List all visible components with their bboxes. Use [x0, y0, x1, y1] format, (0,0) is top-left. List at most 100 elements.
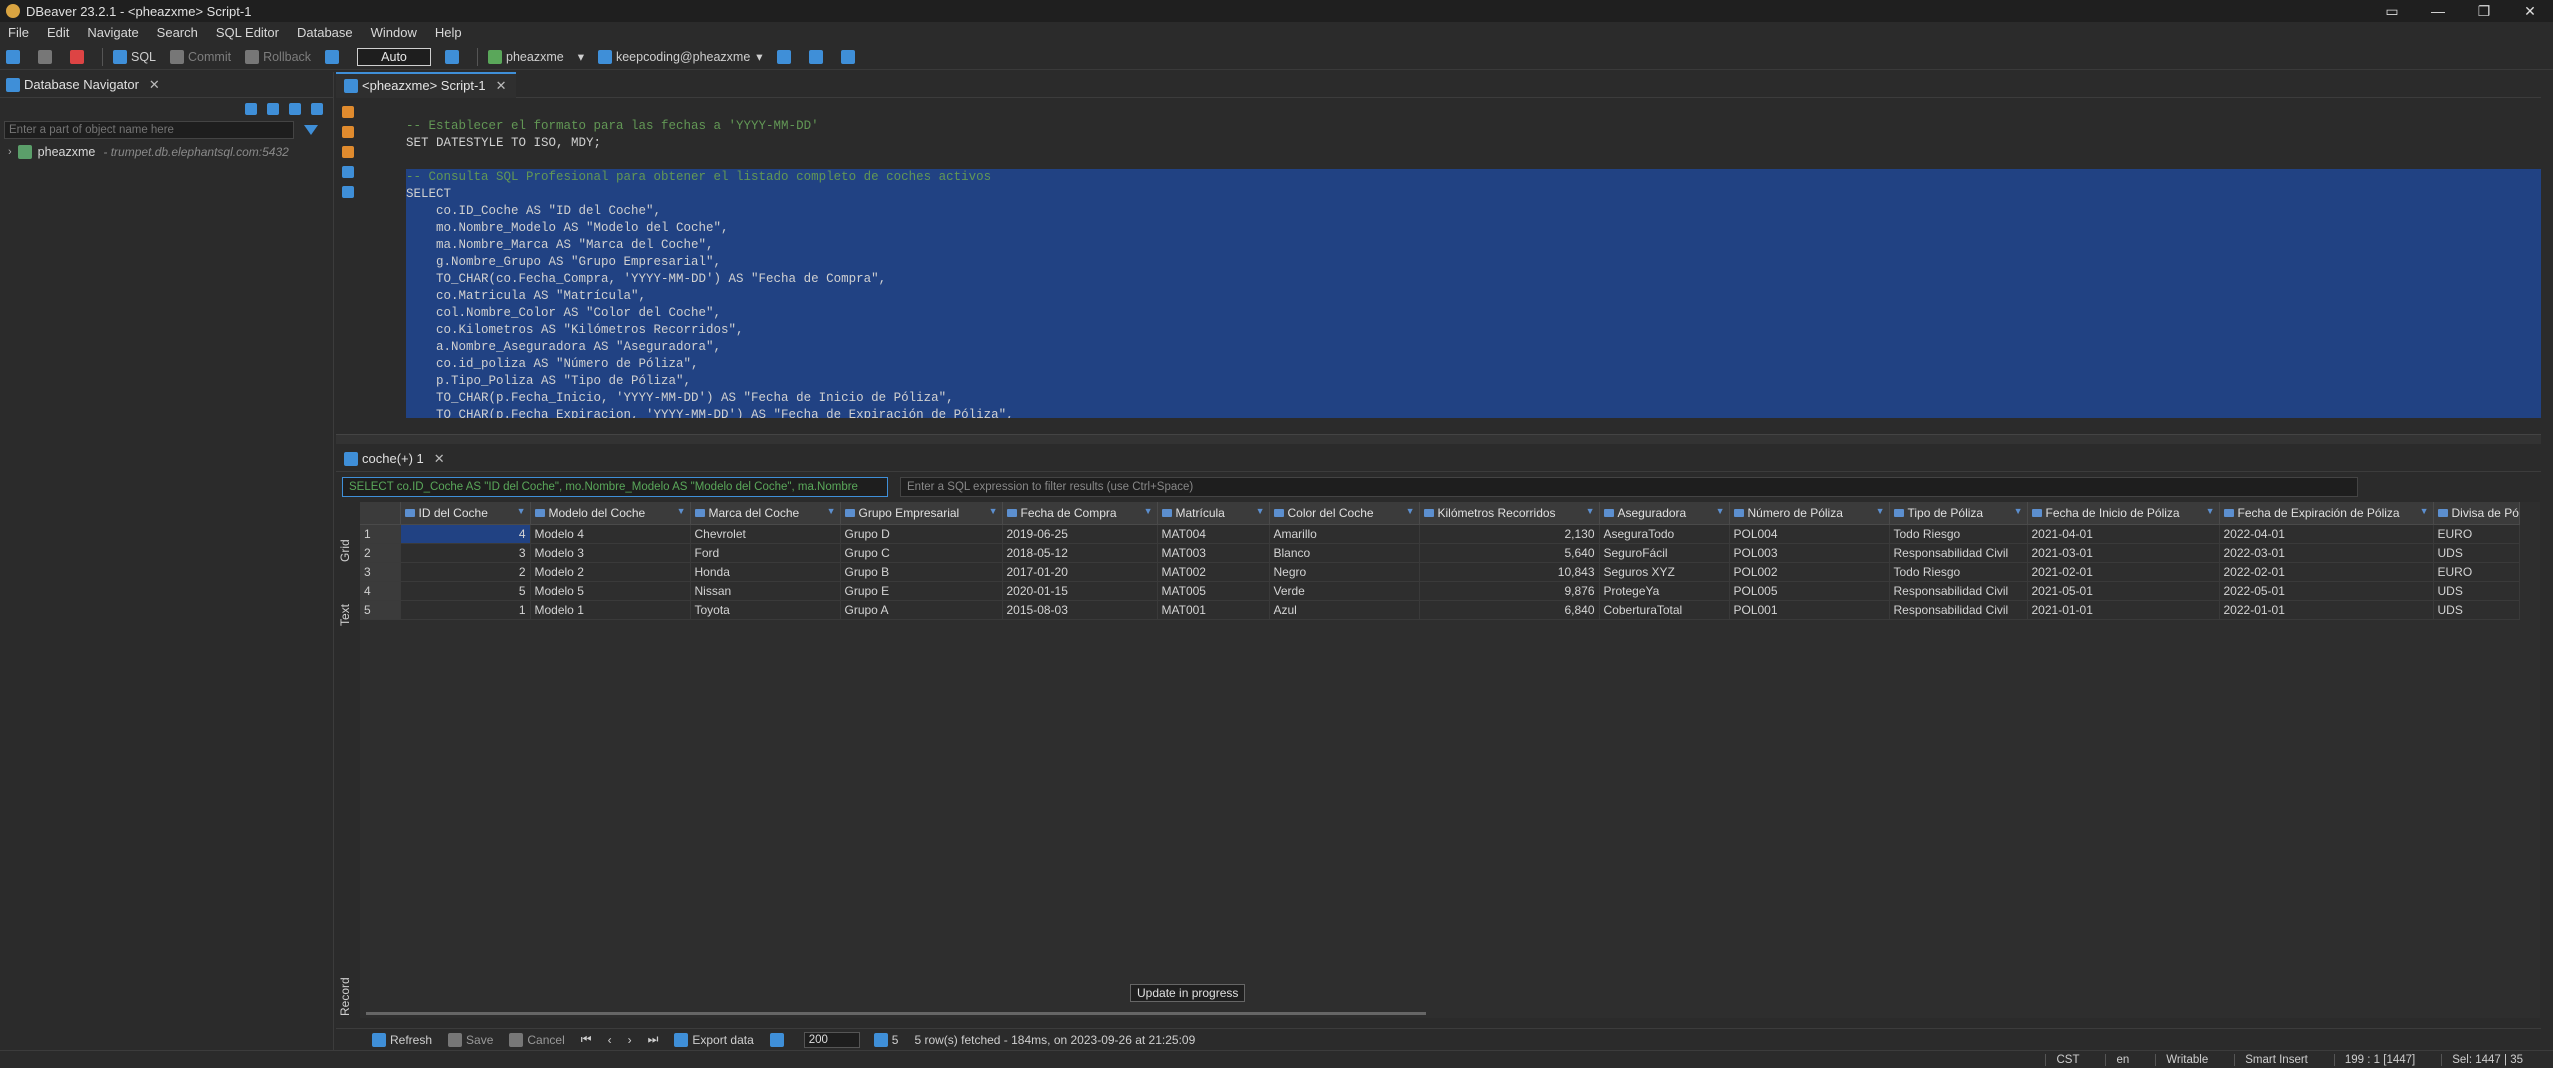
column-header[interactable]: Matrícula ▼: [1157, 502, 1270, 525]
tx-log-button[interactable]: [325, 49, 343, 64]
code-line[interactable]: SET DATESTYLE TO ISO, MDY;: [406, 135, 2549, 152]
sort-icon[interactable]: ▼: [1716, 506, 1725, 516]
tree-item-connection[interactable]: › pheazxme - trumpet.db.elephantsql.com:…: [0, 142, 333, 162]
table-cell[interactable]: 2022-04-01: [2219, 524, 2434, 544]
row-number-cell[interactable]: 5: [360, 600, 401, 620]
code-line[interactable]: [406, 152, 2549, 169]
new-connection-button[interactable]: [6, 49, 24, 64]
row-number-cell[interactable]: 1: [360, 524, 401, 544]
prev-page-button[interactable]: ‹: [608, 1033, 612, 1047]
menu-edit[interactable]: Edit: [47, 25, 69, 40]
table-cell[interactable]: 2015-08-03: [1002, 600, 1158, 620]
database-navigator-tab[interactable]: Database Navigator ✕: [0, 72, 333, 98]
table-cell[interactable]: Todo Riesgo: [1889, 562, 2028, 582]
table-cell[interactable]: Modelo 2: [530, 562, 691, 582]
commit-button[interactable]: Commit: [170, 49, 231, 64]
close-icon[interactable]: ✕: [149, 77, 160, 93]
next-page-button[interactable]: ›: [628, 1033, 632, 1047]
table-cell[interactable]: Nissan: [690, 581, 841, 601]
code-line[interactable]: -- Establecer el formato para las fechas…: [406, 118, 2549, 135]
table-cell[interactable]: 2022-05-01: [2219, 581, 2434, 601]
table-cell[interactable]: 2019-06-25: [1002, 524, 1158, 544]
sync-icon[interactable]: [311, 103, 323, 115]
text-view-label[interactable]: Text: [338, 604, 352, 626]
table-cell[interactable]: 5,640: [1419, 543, 1600, 563]
connect-button[interactable]: [38, 49, 56, 64]
table-cell[interactable]: POL001: [1729, 600, 1890, 620]
table-cell[interactable]: Modelo 4: [530, 524, 691, 544]
code-line[interactable]: co.Matricula AS "Matrícula",: [406, 288, 2549, 305]
tab-script-1[interactable]: <pheazxme> Script-1 ✕: [336, 71, 517, 98]
table-cell[interactable]: Seguros XYZ: [1599, 562, 1730, 582]
fetch-size-input[interactable]: 200: [803, 1031, 860, 1048]
monitor-button[interactable]: [776, 49, 795, 64]
settings-button[interactable]: [769, 1032, 788, 1047]
code-area[interactable]: -- Establecer el formato para las fechas…: [406, 118, 2549, 418]
column-header[interactable]: Grupo Empresarial ▼: [840, 502, 1003, 525]
table-cell[interactable]: 5: [400, 581, 531, 601]
grid-view-label[interactable]: Grid: [338, 539, 352, 562]
table-cell[interactable]: Modelo 3: [530, 543, 691, 563]
execute-script-icon[interactable]: [342, 146, 354, 158]
export-data-button[interactable]: Export data: [674, 1032, 754, 1047]
table-cell[interactable]: CoberturaTotal: [1599, 600, 1730, 620]
sort-icon[interactable]: ▼: [1406, 506, 1415, 516]
table-cell[interactable]: ProtegeYa: [1599, 581, 1730, 601]
table-cell[interactable]: Negro: [1269, 562, 1420, 582]
table-cell[interactable]: Azul: [1269, 600, 1420, 620]
execute-new-tab-icon[interactable]: [342, 126, 354, 138]
column-header[interactable]: Divisa de Pó: [2433, 502, 2520, 525]
folder-icon[interactable]: [267, 103, 279, 115]
table-cell[interactable]: Responsabilidad Civil: [1889, 543, 2028, 563]
table-cell[interactable]: 10,843: [1419, 562, 1600, 582]
close-icon[interactable]: ✕: [496, 78, 507, 94]
code-line[interactable]: TO_CHAR(p.Fecha_Inicio, 'YYYY-MM-DD') AS…: [406, 390, 2549, 407]
table-cell[interactable]: 2018-05-12: [1002, 543, 1158, 563]
table-cell[interactable]: 9,876: [1419, 581, 1600, 601]
column-header[interactable]: Fecha de Inicio de Póliza ▼: [2027, 502, 2220, 525]
code-line[interactable]: co.ID_Coche AS "ID del Coche",: [406, 203, 2549, 220]
db-tools-button[interactable]: [808, 49, 827, 64]
sort-icon[interactable]: ▼: [1144, 506, 1153, 516]
table-cell[interactable]: 2017-01-20: [1002, 562, 1158, 582]
table-cell[interactable]: Modelo 1: [530, 600, 691, 620]
active-schema-selector[interactable]: keepcoding@pheazxme ▾: [597, 49, 763, 64]
query-text-field[interactable]: SELECT co.ID_Coche AS "ID del Coche", mo…: [342, 477, 888, 497]
first-page-button[interactable]: ⏮: [581, 1032, 592, 1047]
column-header[interactable]: Aseguradora ▼: [1599, 502, 1730, 525]
table-cell[interactable]: Todo Riesgo: [1889, 524, 2028, 544]
maximize-button[interactable]: ❐: [2461, 0, 2507, 22]
table-cell[interactable]: 2022-03-01: [2219, 543, 2434, 563]
table-cell[interactable]: Blanco: [1269, 543, 1420, 563]
row-number-cell[interactable]: 4: [360, 581, 401, 601]
output-icon[interactable]: [342, 186, 354, 198]
filter-icon[interactable]: [304, 125, 318, 135]
table-cell[interactable]: 2021-05-01: [2027, 581, 2220, 601]
table-cell[interactable]: UDS: [2433, 600, 2520, 620]
sort-icon[interactable]: ▼: [2206, 506, 2215, 516]
table-row[interactable]: 4 5 Modelo 5 Nissan Grupo E 2020-01-15 MAT005 V…: [360, 581, 2520, 601]
table-cell[interactable]: Grupo E: [840, 581, 1003, 601]
table-cell[interactable]: 2020-01-15: [1002, 581, 1158, 601]
sort-icon[interactable]: ▼: [1256, 506, 1265, 516]
column-header[interactable]: Kilómetros Recorridos ▼: [1419, 502, 1600, 525]
editor-results-divider[interactable]: [336, 434, 2553, 444]
code-line[interactable]: col.Nombre_Color AS "Color del Coche",: [406, 305, 2549, 322]
horizontal-scrollbar[interactable]: [366, 1012, 1426, 1015]
table-cell[interactable]: Grupo C: [840, 543, 1003, 563]
collapse-icon[interactable]: [289, 103, 301, 115]
table-cell[interactable]: Chevrolet: [690, 524, 841, 544]
close-icon[interactable]: ✕: [434, 451, 445, 467]
table-cell[interactable]: EURO: [2433, 562, 2520, 582]
table-cell[interactable]: POL004: [1729, 524, 1890, 544]
code-line[interactable]: mo.Nombre_Modelo AS "Modelo del Coche",: [406, 220, 2549, 237]
table-cell[interactable]: SeguroFácil: [1599, 543, 1730, 563]
code-line[interactable]: TO_CHAR(p.Fecha_Expiracion, 'YYYY-MM-DD'…: [406, 407, 2549, 418]
table-cell[interactable]: 2,130: [1419, 524, 1600, 544]
navigator-filter-input[interactable]: [4, 121, 294, 139]
table-cell[interactable]: POL002: [1729, 562, 1890, 582]
menu-search[interactable]: Search: [157, 25, 198, 40]
code-line[interactable]: TO_CHAR(co.Fecha_Compra, 'YYYY-MM-DD') A…: [406, 271, 2549, 288]
code-line[interactable]: p.Tipo_Poliza AS "Tipo de Póliza",: [406, 373, 2549, 390]
code-line[interactable]: ma.Nombre_Marca AS "Marca del Coche",: [406, 237, 2549, 254]
